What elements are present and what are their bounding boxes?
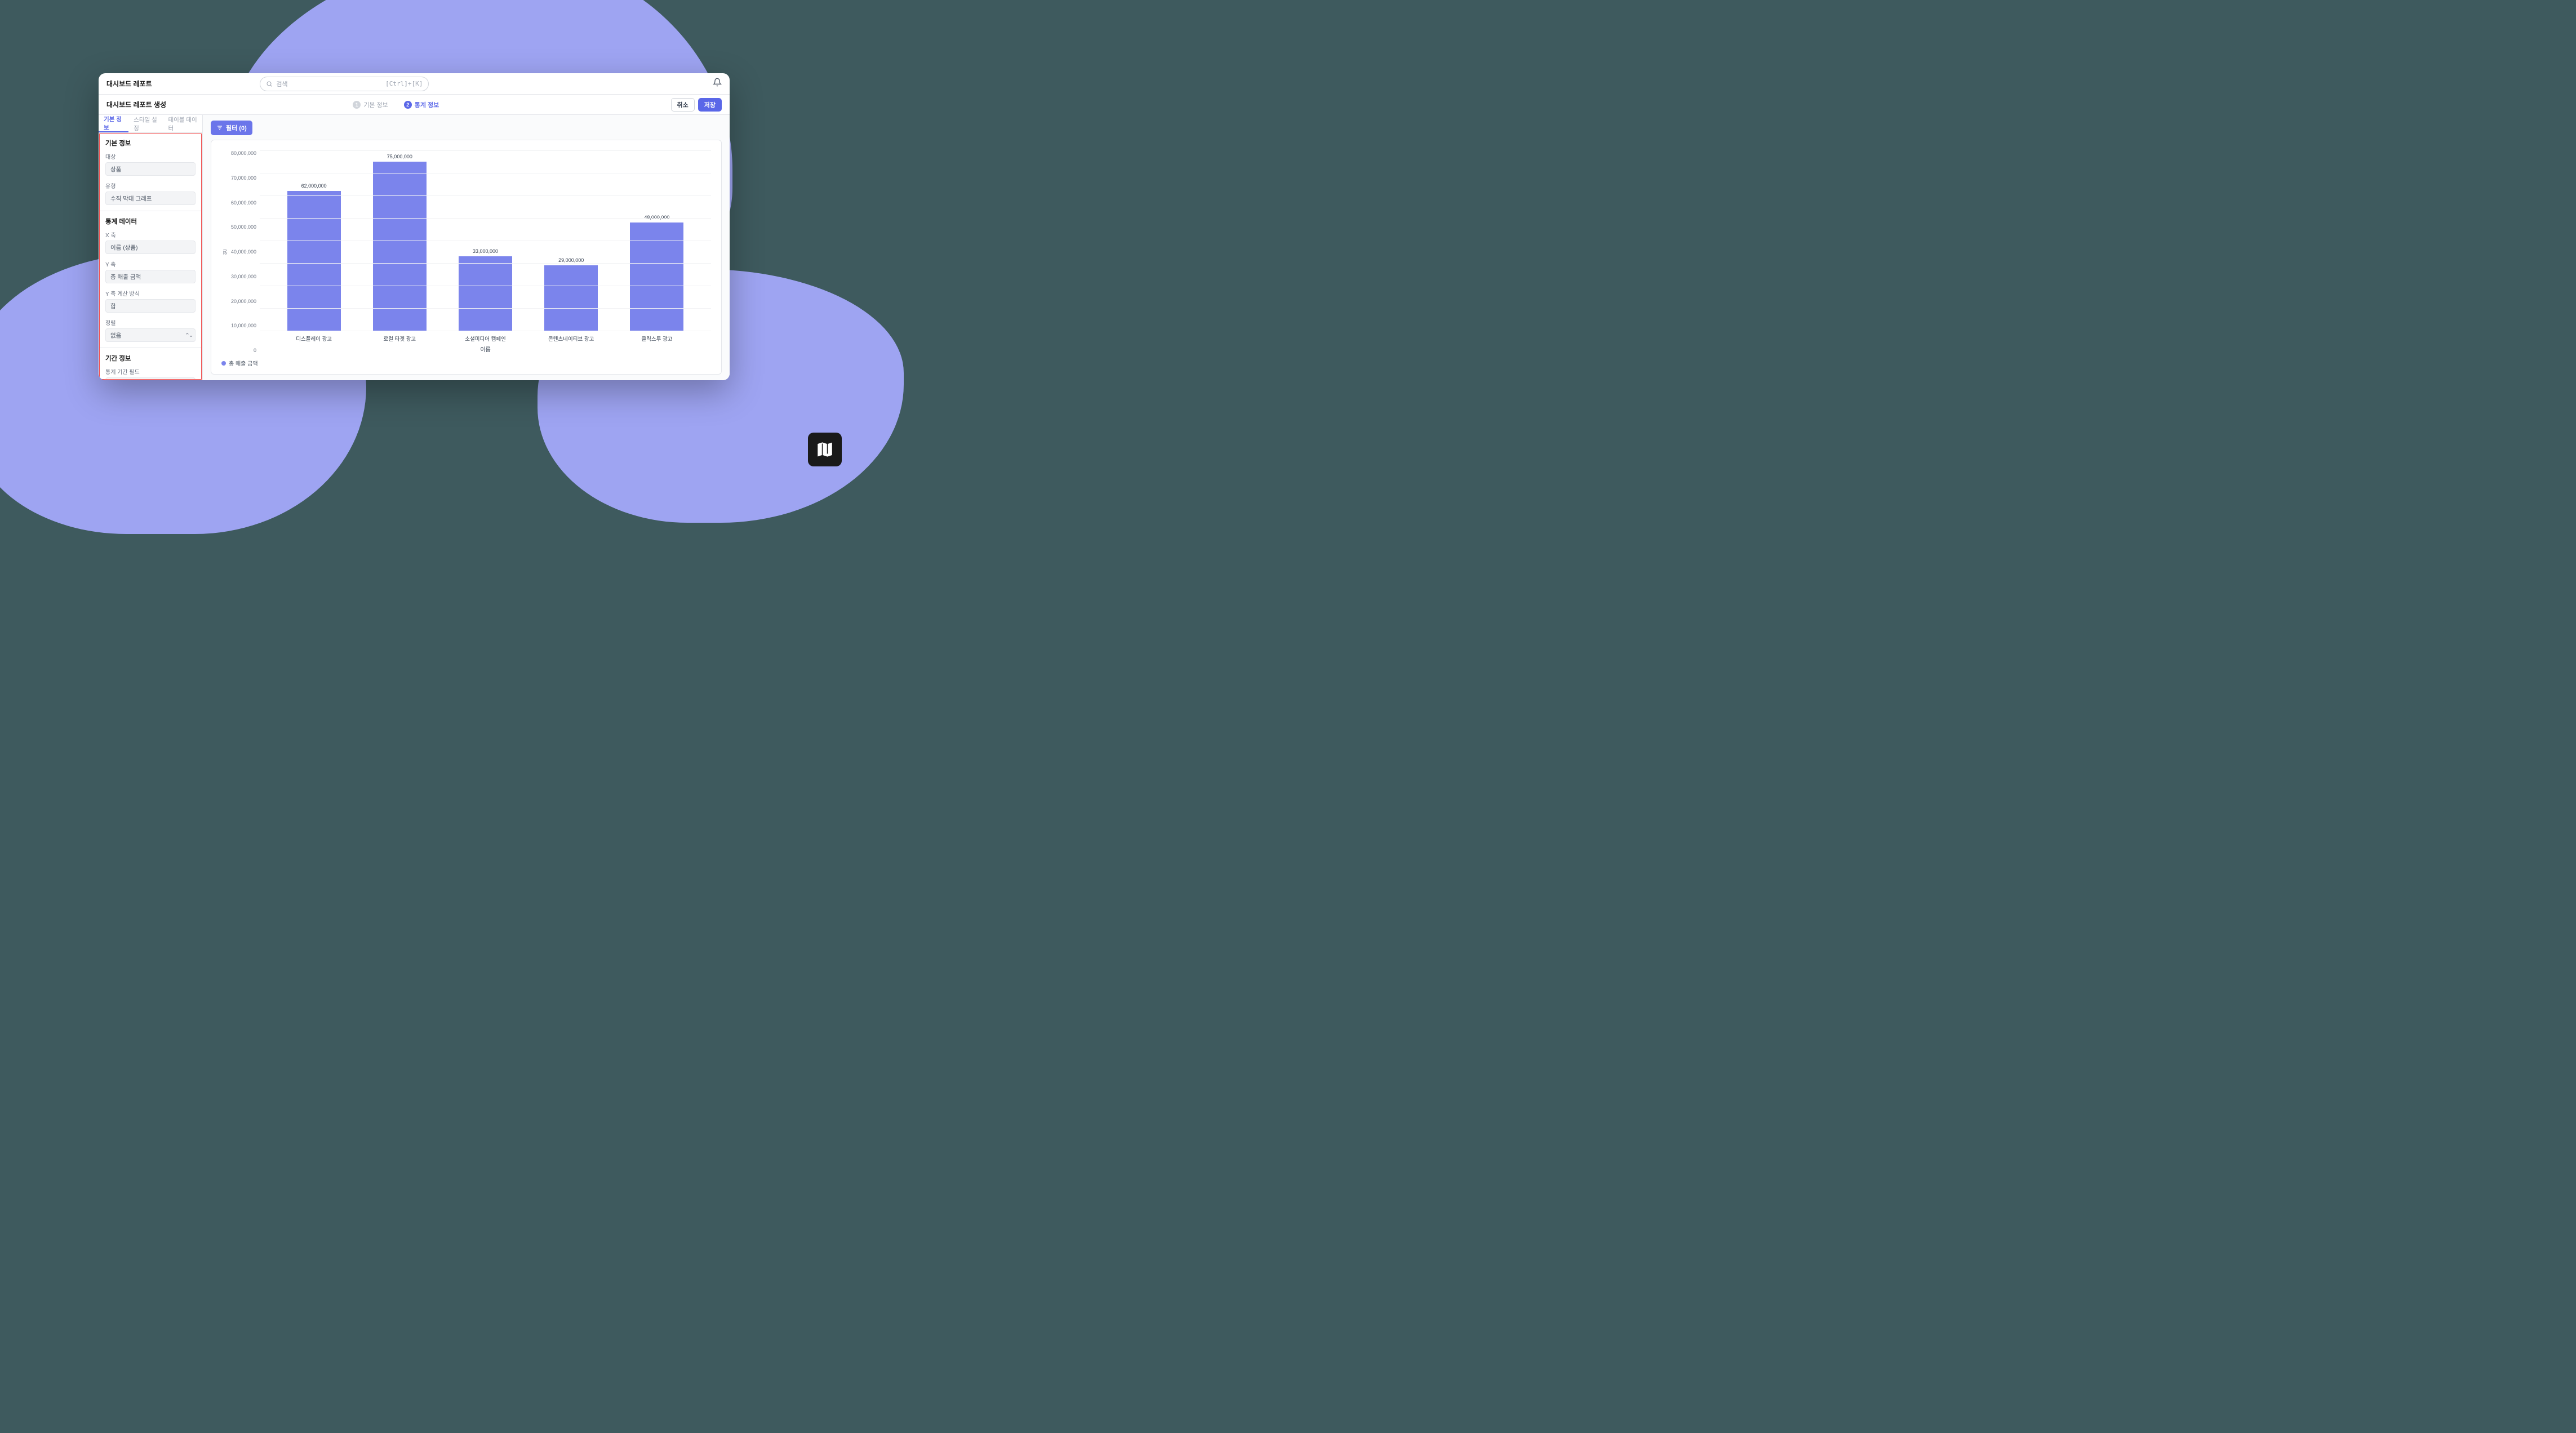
tab-table-data[interactable]: 테이블 데이터 <box>163 115 202 132</box>
y-tick: 10,000,000 <box>231 323 256 328</box>
step-number: 2 <box>404 101 412 109</box>
step-label: 기본 정보 <box>363 100 388 109</box>
x-tick: 디스플레이 광고 <box>271 335 357 342</box>
bar-value-label: 33,000,000 <box>473 248 498 254</box>
search-input[interactable]: 검색 [Ctrl]+[K] <box>260 77 429 91</box>
period-field-select[interactable]: 마감일 <box>105 377 196 380</box>
sort-select[interactable]: 없음 <box>105 328 196 342</box>
save-button[interactable]: 저장 <box>698 98 722 112</box>
yaxis-select[interactable]: 총 매출 금액 <box>105 270 196 283</box>
legend-dot-icon <box>221 361 226 366</box>
type-select[interactable]: 수직 막대 그래프 <box>105 192 196 205</box>
section-stats-data: 통계 데이터 <box>105 217 196 226</box>
search-placeholder: 검색 <box>276 79 287 88</box>
step-stats-info[interactable]: 2 통계 정보 <box>404 100 439 109</box>
bar-value-label: 75,000,000 <box>387 154 412 159</box>
x-tick: 콘텐츠네이티브 광고 <box>528 335 614 342</box>
tab-basic-info[interactable]: 기본 정보 <box>99 115 128 132</box>
bar-rect <box>373 162 427 331</box>
xaxis-select[interactable]: 이름 (상품) <box>105 241 196 254</box>
filter-button[interactable]: 필터 (0) <box>211 121 252 135</box>
y-tick: 0 <box>254 348 256 353</box>
chart-card: 원 80,000,000 70,000,000 60,000,000 50,000,0… <box>211 140 722 375</box>
bar-value-label: 62,000,000 <box>301 183 327 189</box>
x-axis-ticks: 디스플레이 광고로컬 타겟 광고소셜미디어 캠페인콘텐츠네이티브 광고클릭스루 … <box>260 331 711 342</box>
ycalc-select[interactable]: 합 <box>105 299 196 313</box>
bar-rect <box>459 256 512 331</box>
page-title: 대시보드 레포트 <box>106 79 152 88</box>
chart-legend: 총 매출 금액 <box>221 359 711 367</box>
filter-label: 필터 (0) <box>226 123 247 132</box>
x-tick: 클릭스루 광고 <box>614 335 700 342</box>
y-tick: 40,000,000 <box>231 249 256 255</box>
y-axis-ticks: 80,000,000 70,000,000 60,000,000 50,000,000… <box>231 150 260 353</box>
topbar: 대시보드 레포트 검색 [Ctrl]+[K] <box>99 73 730 95</box>
step-label: 통계 정보 <box>415 100 439 109</box>
bar-rect <box>544 265 598 331</box>
tab-style-settings[interactable]: 스타일 설정 <box>128 115 163 132</box>
step-basic-info[interactable]: 1 기본 정보 <box>353 100 388 109</box>
target-select[interactable]: 상품 <box>105 162 196 176</box>
yaxis-label: Y 축 <box>105 260 196 268</box>
section-period-info: 기간 정보 <box>105 354 196 363</box>
y-tick: 80,000,000 <box>231 150 256 156</box>
y-axis-label: 원 <box>221 250 229 255</box>
bell-icon <box>713 78 722 87</box>
subbar: 대시보드 레포트 생성 1 기본 정보 2 통계 정보 취소 저장 <box>99 95 730 115</box>
section-basic-info: 기본 정보 <box>105 139 196 148</box>
notifications-button[interactable] <box>713 78 722 90</box>
period-field-label: 통계 기간 필드 <box>105 367 196 376</box>
bar-value-label: 48,000,000 <box>644 215 669 220</box>
type-label: 유형 <box>105 181 196 190</box>
sidebar: 기본 정보 스타일 설정 테이블 데이터 기본 정보 대상 상품 유형 수직 막… <box>99 115 203 380</box>
bar-rect <box>287 191 341 331</box>
step-number: 1 <box>353 101 361 109</box>
chart-plot: 62,000,000 75,000,000 33,000,000 29,000,000… <box>260 150 711 331</box>
x-tick: 소셜미디어 캠페인 <box>442 335 528 342</box>
brand-logo <box>808 433 842 466</box>
y-tick: 20,000,000 <box>231 299 256 304</box>
search-shortcut: [Ctrl]+[K] <box>385 80 423 87</box>
xaxis-label: X 축 <box>105 230 196 239</box>
map-icon <box>815 439 835 460</box>
x-tick: 로컬 타겟 광고 <box>357 335 442 342</box>
y-tick: 70,000,000 <box>231 175 256 181</box>
app-window: 대시보드 레포트 검색 [Ctrl]+[K] 대시보드 레포트 생성 1 기본 … <box>99 73 730 380</box>
main-content: 필터 (0) 원 80,000,000 70,000,000 60,000,000 5… <box>203 115 730 380</box>
legend-label: 총 매출 금액 <box>229 359 258 367</box>
x-axis-label: 이름 <box>260 345 711 353</box>
search-icon <box>266 81 273 87</box>
sidebar-form: 기본 정보 대상 상품 유형 수직 막대 그래프 통계 데이터 X 축 이름 (… <box>99 133 202 380</box>
subbar-title: 대시보드 레포트 생성 <box>106 100 166 109</box>
filter-icon <box>216 124 223 131</box>
bar-rect <box>630 222 683 331</box>
target-label: 대상 <box>105 152 196 161</box>
y-tick: 50,000,000 <box>231 224 256 230</box>
ycalc-label: Y 축 계산 방식 <box>105 289 196 297</box>
sort-label: 정렬 <box>105 318 196 327</box>
bar-value-label: 29,000,000 <box>558 257 584 263</box>
cancel-button[interactable]: 취소 <box>671 98 695 112</box>
y-tick: 30,000,000 <box>231 274 256 279</box>
y-tick: 60,000,000 <box>231 200 256 206</box>
